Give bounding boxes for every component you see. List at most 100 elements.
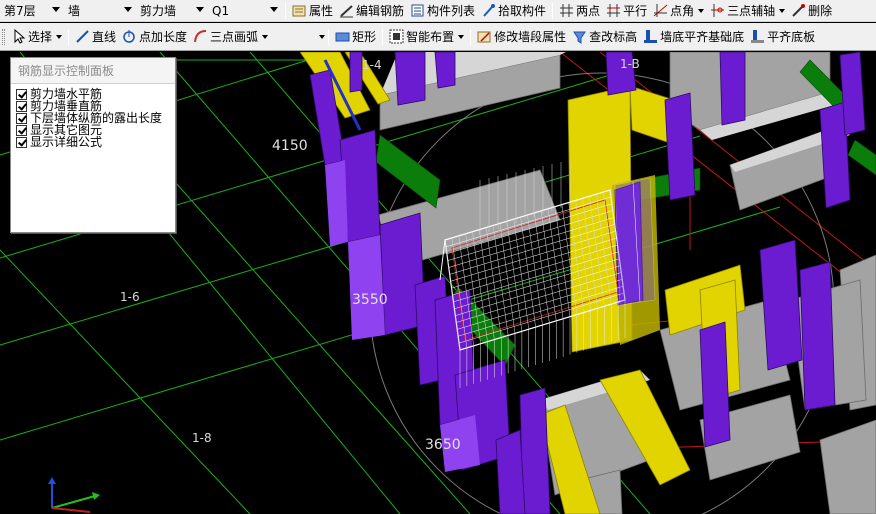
checkbox[interactable]: [16, 100, 27, 112]
toolbar-grip[interactable]: [2, 28, 5, 45]
smart-layout-button[interactable]: 智能布置: [386, 27, 467, 47]
option-label: 显示详细公式: [30, 135, 103, 149]
three-point-aux-label: 三点辅轴: [727, 4, 776, 18]
toolbar-separator: [328, 28, 330, 45]
category-select[interactable]: 墙: [64, 2, 136, 20]
point-angle-button[interactable]: 点角: [650, 1, 707, 21]
modify-segment-icon: [477, 29, 492, 44]
delete-icon: [791, 3, 806, 18]
arc-icon: [193, 29, 208, 44]
chevron-down-icon: [458, 34, 465, 39]
rectangle-button[interactable]: 矩形: [332, 27, 379, 47]
rebar-display-panel: 钢筋显示控制面板 剪力墙水平筋 剪力墙垂直筋 下层墙体纵筋的露出长度 显示其它图…: [10, 57, 176, 233]
edit-rebar-label: 编辑钢筋: [356, 4, 405, 18]
smart-layout-label: 智能布置: [406, 30, 455, 44]
component-list-button[interactable]: 构件列表: [407, 1, 478, 21]
checkbox[interactable]: [16, 124, 27, 136]
vertical-rebar: [547, 208, 564, 319]
chevron-down-icon: [698, 8, 705, 13]
panel-option-show-formula[interactable]: 显示详细公式: [16, 136, 175, 148]
checkbox[interactable]: [16, 112, 27, 124]
checkbox[interactable]: [16, 88, 27, 100]
pick-component-label: 拾取构件: [498, 4, 547, 18]
subtype-select[interactable]: 剪力墙: [136, 2, 208, 20]
point-angle-label: 点角: [670, 4, 695, 18]
elevation-icon: [572, 29, 587, 44]
main-toolbar: 第7层 墙 剪力墙 Q1 属性 编辑钢筋 构件列表 拾取构件 两点 平行 点角 …: [0, 0, 876, 22]
vertical-rebar: [513, 219, 529, 330]
rectangle-icon: [335, 29, 350, 44]
two-points-label: 两点: [576, 4, 601, 18]
parallel-button[interactable]: 平行: [603, 1, 650, 21]
list-icon: [410, 3, 425, 18]
modify-segment-label: 修改墙段属性: [494, 30, 567, 44]
two-points-axis-icon: [559, 3, 574, 18]
slab-align-icon: [750, 29, 765, 44]
point-angle-icon: [653, 3, 668, 18]
properties-icon: [292, 3, 307, 18]
grid-bubble-label: 1-4: [362, 58, 382, 72]
align-slab-label: 平齐底板: [767, 30, 816, 44]
chevron-down-icon: [262, 34, 269, 39]
chevron-down-icon: [52, 6, 60, 12]
dimension-label: 3550: [352, 292, 388, 308]
subtype-select-value: 剪力墙: [140, 4, 177, 18]
chevron-down-icon: [124, 6, 132, 12]
rectangle-label: 矩形: [352, 30, 377, 44]
point-length-icon: [122, 29, 137, 44]
select-button[interactable]: 选择: [8, 27, 65, 47]
check-elevation-button[interactable]: 查改标高: [569, 27, 640, 47]
grid-bubble-label: 1-8: [192, 431, 212, 445]
vertical-rebar: [534, 212, 550, 323]
three-point-aux-button[interactable]: 三点辅轴: [707, 1, 788, 21]
line-label: 直线: [92, 30, 117, 44]
vertical-rebar: [499, 223, 516, 334]
grid-bubble-label: 1-B: [620, 57, 640, 71]
vertical-rebar: [506, 221, 523, 332]
select-label: 选择: [28, 30, 53, 44]
edit-rebar-button[interactable]: 编辑钢筋: [336, 1, 407, 21]
point-length-button[interactable]: 点加长度: [119, 27, 190, 47]
cursor-arrow-icon: [11, 28, 26, 44]
chevron-down-icon: [56, 34, 63, 39]
delete-button[interactable]: 删除: [788, 1, 835, 21]
modify-segment-button[interactable]: 修改墙段属性: [474, 27, 569, 47]
three-point-aux-icon: [710, 3, 725, 18]
toolbar-separator: [68, 28, 70, 45]
floor-select[interactable]: 第7层: [0, 2, 64, 20]
pick-component-button[interactable]: 拾取构件: [478, 1, 549, 21]
align-foundation-label: 墙底平齐基础底: [660, 30, 745, 44]
line-icon: [75, 29, 90, 44]
toolbar-separator: [470, 28, 472, 45]
toolbar-separator: [285, 2, 286, 19]
line-button[interactable]: 直线: [72, 27, 119, 47]
category-select-value: 墙: [68, 4, 81, 18]
vertical-rebar: [492, 225, 509, 336]
checkbox[interactable]: [16, 136, 27, 148]
two-points-button[interactable]: 两点: [556, 1, 603, 21]
chevron-down-icon: [196, 6, 204, 12]
component-list-label: 构件列表: [427, 4, 476, 18]
toolbar-separator: [382, 28, 384, 45]
three-point-arc-button[interactable]: 三点画弧: [190, 27, 271, 47]
vertical-rebar: [541, 210, 557, 321]
delete-label: 删除: [808, 4, 833, 18]
properties-button[interactable]: 属性: [289, 1, 336, 21]
grid-bubble-label: 1-6: [120, 290, 140, 304]
panel-title: 钢筋显示控制面板: [11, 58, 175, 84]
parallel-axis-icon: [606, 3, 621, 18]
vertical-rebar: [520, 217, 536, 328]
point-length-label: 点加长度: [139, 30, 188, 44]
chevron-down-icon: [270, 6, 278, 12]
align-slab-button[interactable]: 平齐底板: [747, 27, 818, 47]
check-elevation-label: 查改标高: [589, 30, 638, 44]
properties-label: 属性: [309, 4, 334, 18]
eyedropper-icon: [481, 3, 496, 18]
vertical-rebar: [554, 206, 571, 317]
component-select[interactable]: Q1: [208, 2, 282, 20]
smart-layout-icon: [389, 29, 404, 44]
align-foundation-button[interactable]: 墙底平齐基础底: [640, 27, 747, 47]
floor-select-value: 第7层: [4, 4, 36, 18]
component-select-value: Q1: [212, 3, 230, 18]
chevron-down-icon[interactable]: [319, 34, 326, 39]
